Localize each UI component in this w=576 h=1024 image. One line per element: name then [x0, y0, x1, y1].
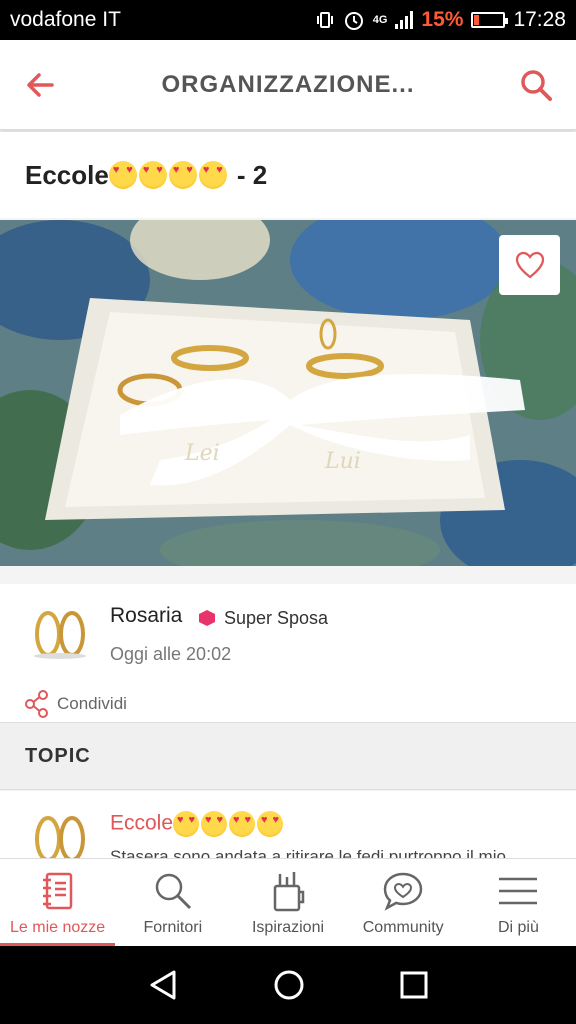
- heart-outline-icon: [515, 251, 544, 279]
- post-timestamp: Oggi alle 20:02: [110, 644, 232, 664]
- bottom-tab-bar: Le mie nozze Fornitori Ispirazioni Commu…: [0, 858, 576, 946]
- notebook-icon: [42, 872, 72, 910]
- menu-icon: [499, 877, 538, 905]
- post-title-text: Eccole: [25, 159, 109, 190]
- status-bar: vodafone IT 4G 15% 17:28: [0, 0, 576, 40]
- tab-community[interactable]: Community: [346, 859, 461, 946]
- post-title-suffix: - 2: [236, 159, 268, 190]
- topic-title[interactable]: Eccole: [110, 811, 285, 837]
- tab-label: Community: [362, 919, 444, 936]
- section-heading: TOPIC: [0, 722, 576, 790]
- svg-text:Lei: Lei: [184, 441, 220, 466]
- heart-eyes-emoji: [201, 811, 228, 837]
- signal-icon: [395, 11, 414, 29]
- app-bar: ORGANIZZAZIONE...: [0, 40, 576, 130]
- post-author: Rosaria Super Sposa Oggi alle 20:02 Cond…: [0, 584, 576, 722]
- avatar: [35, 816, 85, 858]
- tab-label: Fornitori: [143, 919, 203, 936]
- back-button[interactable]: [0, 40, 80, 130]
- topic-snippet: Stasera sono andata a ritirare le fedi p…: [110, 847, 506, 858]
- tab-label: Le mie nozze: [10, 919, 106, 936]
- page-title: ORGANIZZAZIONE...: [161, 70, 415, 98]
- system-nav-bar: [0, 946, 576, 1024]
- chat-heart-icon: [383, 872, 423, 911]
- favorite-button[interactable]: [499, 235, 560, 295]
- arrow-left-icon: [27, 72, 54, 97]
- clock: 17:28: [513, 8, 566, 31]
- topic-list-item[interactable]: Eccole Stasera sono andata a ritirare le…: [0, 791, 576, 858]
- vibrate-icon: [316, 12, 333, 28]
- search-icon: [155, 873, 191, 910]
- author-badge: Super Sposa: [224, 608, 329, 628]
- search-icon: [521, 69, 552, 101]
- tab-fornitori[interactable]: Fornitori: [115, 859, 230, 946]
- post-title: Eccole - 2: [0, 132, 576, 218]
- battery-icon: [471, 12, 509, 28]
- heart-eyes-emoji: [138, 161, 167, 189]
- avatar[interactable]: [30, 608, 90, 660]
- battery-percent: 15%: [421, 8, 464, 31]
- home-circle-icon[interactable]: [272, 968, 306, 1002]
- carrier-name: vodafone IT: [10, 8, 121, 31]
- share-icon: [25, 690, 48, 718]
- back-triangle-icon[interactable]: [146, 968, 180, 1002]
- tab-label: Ispirazioni: [251, 919, 325, 936]
- tab-label: Di più: [497, 919, 539, 936]
- heart-eyes-emoji: [168, 161, 197, 189]
- svg-text:Lui: Lui: [324, 449, 361, 474]
- wedding-rings-photo: Lei Lui: [0, 220, 576, 566]
- heart-eyes-emoji: [198, 161, 227, 189]
- share-label: Condividi: [57, 694, 127, 713]
- badge-icon: [199, 610, 215, 626]
- recents-square-icon[interactable]: [398, 969, 430, 1001]
- topic-title-text: Eccole: [110, 811, 174, 835]
- heart-eyes-emoji: [229, 811, 256, 837]
- heart-eyes-emoji: [108, 161, 137, 189]
- tab-ispirazioni[interactable]: Ispirazioni: [230, 859, 345, 946]
- author-name[interactable]: Rosaria: [110, 604, 182, 628]
- alarm-icon: [344, 12, 363, 30]
- tab-le-mie-nozze[interactable]: Le mie nozze: [0, 859, 116, 946]
- tab-di-piu[interactable]: Di più: [461, 859, 576, 946]
- cup-icon: [273, 872, 305, 912]
- search-button[interactable]: [496, 40, 576, 130]
- share-button[interactable]: Condividi: [25, 690, 127, 718]
- heart-eyes-emoji: [257, 811, 284, 837]
- post-photo[interactable]: Lei Lui: [0, 220, 576, 566]
- heart-eyes-emoji: [173, 811, 200, 837]
- network-type: 4G: [372, 14, 388, 26]
